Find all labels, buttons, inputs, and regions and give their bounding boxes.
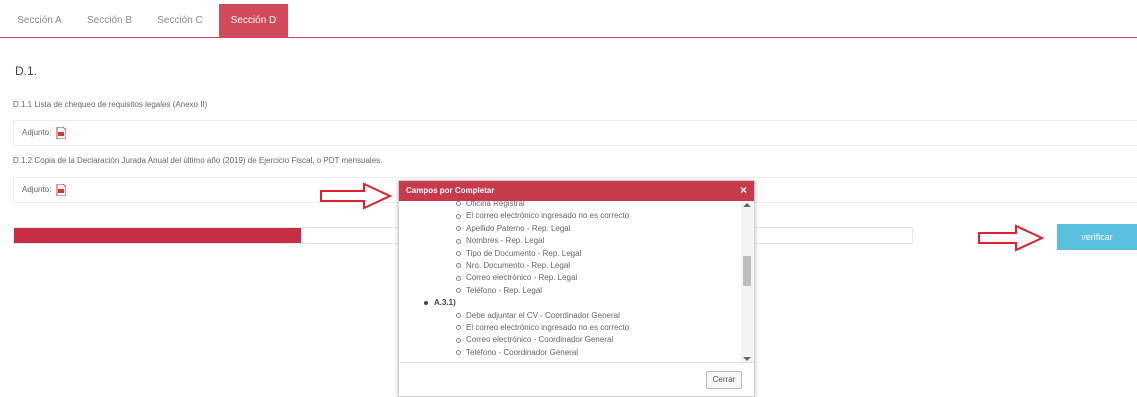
list-item: Teléfono - Rep. Legal: [456, 286, 542, 295]
modal-footer: Cerrar: [399, 364, 754, 396]
modal-body: Oficina Registral El correo electrónico i…: [399, 201, 754, 363]
list-item-text: Correo electrónico - Rep. Legal: [466, 273, 578, 283]
bullet-icon: [424, 301, 428, 306]
progress-bar-fill: [14, 228, 302, 243]
list-item-text: Nro. Documento - Rep. Legal: [466, 261, 571, 270]
missing-fields-modal: Campos por Completar × Oficina Registral…: [398, 180, 755, 397]
bullet-icon: [456, 201, 461, 207]
list-item: Correo electrónico - Rep. Legal: [456, 273, 577, 282]
list-item-text: A.3.1): [434, 298, 456, 308]
modal-title: Campos por Completar: [406, 186, 495, 195]
list-item-text: Apellido Paterno - Rep. Legal: [466, 223, 571, 233]
scroll-thumb[interactable]: [743, 256, 751, 286]
bullet-icon: [456, 213, 461, 219]
list-item-text: Teléfono - Coordinador General: [466, 347, 579, 357]
list-item: Tipo de Documento - Rep. Legal: [456, 249, 581, 258]
attachment-label: Adjunto:: [22, 128, 52, 137]
scroll-up-icon[interactable]: [743, 203, 751, 207]
list-item: Apellido Paterno - Rep. Legal: [456, 224, 571, 233]
list-item: Correo electrónico - Coordinador General: [456, 335, 613, 344]
list-item-text: Nombres - Rep. Legal: [466, 236, 545, 246]
annotation-arrow-icon: [320, 182, 393, 210]
list-item: Oficina Registral: [456, 201, 525, 208]
list-group-item: A.3.1): [424, 298, 456, 307]
missing-fields-list: Oficina Registral El correo electrónico i…: [399, 201, 741, 362]
modal-header: Campos por Completar ×: [399, 181, 754, 201]
list-item: El correo electrónico ingresado no es co…: [456, 211, 629, 220]
tab-seccion-b[interactable]: Sección B: [76, 4, 143, 38]
annotation-arrow-icon: [978, 224, 1045, 252]
tab-seccion-c[interactable]: Sección C: [146, 4, 214, 38]
list-item: Debe adjuntar el CV - Coordinador Genera…: [456, 311, 620, 320]
list-item: Nro. Documento - Rep. Legal: [456, 261, 570, 270]
list-item: Nombres - Rep. Legal: [456, 236, 544, 245]
bullet-icon: [456, 337, 461, 343]
pdf-icon[interactable]: [56, 184, 66, 196]
requirement-label-d11: D.1.1 Lista de chequeo de requisitos leg…: [13, 100, 208, 109]
verify-button[interactable]: verificar: [1057, 224, 1137, 250]
section-heading: D.1.: [15, 64, 38, 78]
bullet-icon: [456, 263, 461, 269]
list-item-text: Tipo de Documento - Rep. Legal: [466, 248, 582, 258]
list-item-text: El correo electrónico ingresado no es co…: [466, 211, 630, 221]
attachment-row-d11: Adjunto:: [13, 120, 1137, 146]
list-item-text: Correo electrónico - Coordinador General: [466, 335, 614, 345]
list-item-text: El correo electrónico ingresado no es co…: [466, 323, 630, 332]
requirement-label-d12: D.1.2 Copia de la Declaración Jurada Anu…: [13, 156, 383, 165]
bullet-icon: [456, 312, 461, 318]
list-item: Teléfono - Coordinador General: [456, 348, 578, 357]
close-icon[interactable]: ×: [740, 183, 747, 197]
attachment-label: Adjunto:: [22, 185, 52, 194]
close-button[interactable]: Cerrar: [706, 371, 742, 389]
bullet-icon: [456, 288, 461, 294]
scroll-down-icon[interactable]: [743, 357, 751, 361]
bullet-icon: [456, 275, 461, 281]
tab-seccion-d[interactable]: Sección D: [219, 4, 288, 38]
bullet-icon: [456, 250, 461, 256]
section-tabs: Sección A Sección B Sección C Sección D: [0, 0, 1137, 38]
list-item-text: Teléfono - Rep. Legal: [466, 285, 543, 295]
modal-scrollbar[interactable]: [741, 201, 753, 362]
list-item: El correo electrónico ingresado no es co…: [456, 323, 629, 332]
list-item-text: Oficina Registral: [466, 201, 525, 208]
bullet-icon: [456, 325, 461, 331]
tab-seccion-a[interactable]: Sección A: [6, 4, 73, 38]
bullet-icon: [456, 226, 461, 232]
pdf-icon[interactable]: [56, 127, 66, 139]
bullet-icon: [456, 350, 461, 356]
bullet-icon: [456, 238, 461, 244]
list-item-text: Debe adjuntar el CV - Coordinador Genera…: [466, 310, 620, 320]
